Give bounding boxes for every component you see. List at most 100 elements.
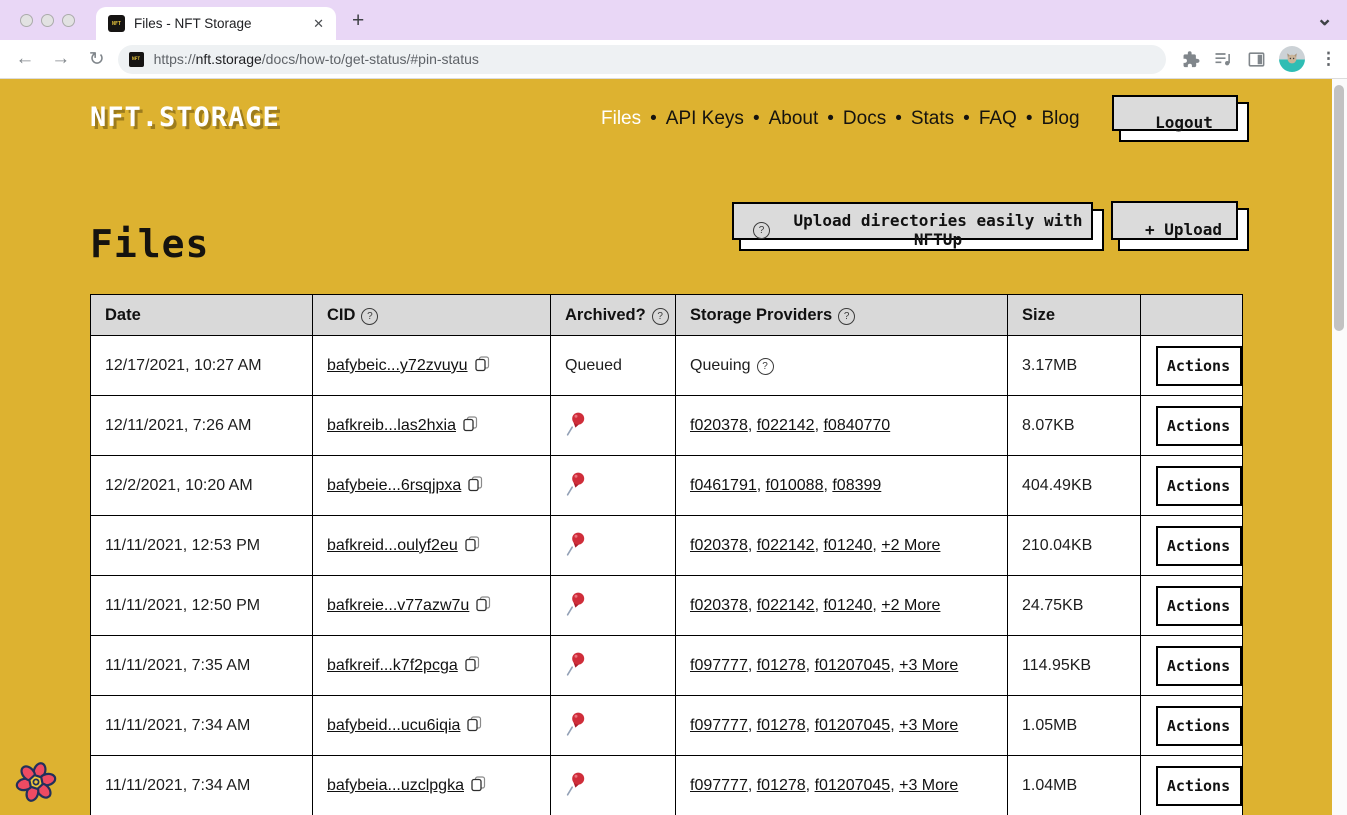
cid-link[interactable]: bafybeic...y72zvuyu — [327, 357, 468, 374]
address-bar[interactable]: NFT https://nft.storage/docs/how-to/get-… — [118, 45, 1166, 74]
nav-link-blog[interactable]: Blog — [1042, 108, 1080, 129]
copy-icon[interactable] — [463, 416, 478, 432]
provider-link[interactable]: f097777 — [690, 657, 748, 674]
provider-link[interactable]: f01207045 — [815, 657, 891, 674]
nftup-button-label: Upload directories easily with NFTUp — [780, 211, 1096, 249]
page-scrollbar[interactable] — [1332, 79, 1347, 815]
actions-button[interactable]: Actions — [1156, 766, 1242, 806]
provider-link[interactable]: f0840770 — [823, 417, 890, 434]
chevron-down-icon[interactable]: ⌄ — [1316, 6, 1333, 31]
cid-link[interactable]: bafybeia...uzclpgka — [327, 777, 464, 794]
help-icon: ? — [753, 222, 770, 239]
provider-link[interactable]: f022142 — [757, 537, 815, 554]
provider-link[interactable]: f022142 — [757, 417, 815, 434]
cell-actions: Actions — [1141, 636, 1243, 696]
nav-link-docs[interactable]: Docs — [843, 108, 886, 129]
copy-icon[interactable] — [471, 776, 486, 792]
provider-link[interactable]: f022142 — [757, 597, 815, 614]
back-icon[interactable]: ← — [14, 48, 36, 70]
provider-link[interactable]: f01207045 — [815, 717, 891, 734]
provider-link[interactable]: f01278 — [757, 777, 806, 794]
forward-icon[interactable]: → — [50, 48, 72, 70]
provider-link[interactable]: f01240 — [823, 537, 872, 554]
cell-storage-providers: f020378, f022142, f01240, +2 More — [676, 516, 1008, 576]
cid-link[interactable]: bafkreif...k7f2pcga — [327, 657, 458, 674]
more-providers-link[interactable]: +3 More — [899, 777, 958, 794]
url-favicon: NFT — [129, 52, 144, 67]
new-tab-button[interactable]: + — [352, 8, 364, 34]
copy-icon[interactable] — [465, 536, 480, 552]
actions-button[interactable]: Actions — [1156, 526, 1242, 566]
provider-link[interactable]: f01240 — [823, 597, 872, 614]
provider-link[interactable]: f01278 — [757, 657, 806, 674]
reading-list-icon[interactable] — [1213, 49, 1233, 69]
scrollbar-thumb[interactable] — [1334, 85, 1344, 331]
actions-button[interactable]: Actions — [1156, 706, 1242, 746]
provider-link[interactable]: f01278 — [757, 717, 806, 734]
provider-link[interactable]: f020378 — [690, 597, 748, 614]
pushpin-icon — [565, 771, 586, 796]
cid-link[interactable]: bafybeie...6rsqjpxa — [327, 477, 461, 494]
window-zoom-button[interactable] — [62, 14, 75, 27]
cell-storage-providers: Queuing? — [676, 336, 1008, 396]
help-icon[interactable]: ? — [361, 308, 378, 325]
cell-actions: Actions — [1141, 756, 1243, 815]
cid-link[interactable]: bafkreid...oulyf2eu — [327, 537, 458, 554]
provider-link[interactable]: f010088 — [766, 477, 824, 494]
nft-storage-page: NFT.STORAGE Files•API Keys•About•Docs•St… — [0, 79, 1332, 815]
actions-button[interactable]: Actions — [1156, 646, 1242, 686]
actions-button[interactable]: Actions — [1156, 586, 1242, 626]
cid-link[interactable]: bafkreie...v77azw7u — [327, 597, 469, 614]
copy-icon[interactable] — [476, 596, 491, 612]
help-icon[interactable]: ? — [838, 308, 855, 325]
nftup-button[interactable]: ? Upload directories easily with NFTUp — [739, 209, 1104, 251]
logout-button[interactable]: Logout — [1119, 102, 1249, 142]
help-icon[interactable]: ? — [757, 358, 774, 375]
actions-button[interactable]: Actions — [1156, 346, 1242, 386]
provider-link[interactable]: f020378 — [690, 537, 748, 554]
provider-link[interactable]: f097777 — [690, 717, 748, 734]
cid-link[interactable]: bafybeid...ucu6iqia — [327, 717, 460, 734]
actions-button[interactable]: Actions — [1156, 466, 1242, 506]
files-table-body: 12/17/2021, 10:27 AMbafybeic...y72zvuyuQ… — [91, 336, 1243, 815]
header-cid: CID? — [313, 295, 551, 336]
files-table: Date CID? Archived?? Storage Providers? … — [90, 294, 1243, 815]
browser-menu-icon[interactable]: ⋮ — [1320, 49, 1337, 69]
provider-link[interactable]: f020378 — [690, 417, 748, 434]
provider-link[interactable]: f01207045 — [815, 777, 891, 794]
reload-icon[interactable]: ↻ — [86, 48, 108, 71]
browser-tab[interactable]: NFT Files - NFT Storage ✕ — [96, 7, 336, 40]
more-providers-link[interactable]: +3 More — [899, 657, 958, 674]
nav-link-files[interactable]: Files — [601, 108, 641, 129]
more-providers-link[interactable]: +3 More — [899, 717, 958, 734]
window-close-button[interactable] — [20, 14, 33, 27]
tab-close-icon[interactable]: ✕ — [313, 16, 324, 32]
table-row: 11/11/2021, 12:53 PMbafkreid...oulyf2euf… — [91, 516, 1243, 576]
more-providers-link[interactable]: +2 More — [881, 597, 940, 614]
profile-avatar[interactable] — [1279, 46, 1305, 72]
extensions-puzzle-icon[interactable] — [1180, 49, 1200, 69]
side-panel-icon[interactable] — [1246, 49, 1266, 69]
window-minimize-button[interactable] — [41, 14, 54, 27]
cid-link[interactable]: bafkreib...las2hxia — [327, 417, 456, 434]
copy-icon[interactable] — [467, 716, 482, 732]
provider-link[interactable]: f08399 — [832, 477, 881, 494]
site-logo[interactable]: NFT.STORAGE — [90, 102, 280, 133]
nav-link-faq[interactable]: FAQ — [979, 108, 1017, 129]
provider-status-text: Queuing — [690, 357, 751, 374]
provider-link[interactable]: f097777 — [690, 777, 748, 794]
actions-button[interactable]: Actions — [1156, 406, 1242, 446]
upload-button[interactable]: + Upload — [1118, 208, 1249, 251]
help-icon[interactable]: ? — [652, 308, 669, 325]
copy-icon[interactable] — [465, 656, 480, 672]
cell-archived — [551, 636, 676, 696]
pushpin-icon — [565, 531, 586, 561]
more-providers-link[interactable]: +2 More — [881, 537, 940, 554]
nav-link-api-keys[interactable]: API Keys — [666, 108, 744, 129]
provider-link[interactable]: f0461791 — [690, 477, 757, 494]
nav-link-about[interactable]: About — [769, 108, 819, 129]
copy-icon[interactable] — [468, 476, 483, 492]
nav-link-stats[interactable]: Stats — [911, 108, 954, 129]
nav-bullet: • — [1026, 108, 1033, 129]
copy-icon[interactable] — [475, 356, 490, 372]
